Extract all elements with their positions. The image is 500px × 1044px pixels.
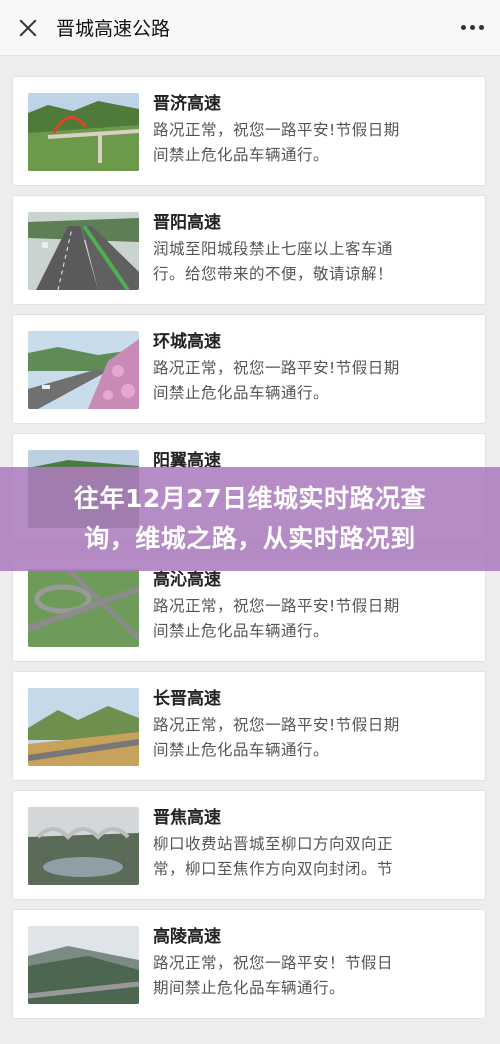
road-status: 路况正常，祝您一路平安！节假日 期间禁止危化品车辆通行。 — [153, 954, 394, 997]
road-name: 晋焦高速 — [153, 808, 221, 828]
list-item[interactable]: 高陵高速 路况正常，祝您一路平安！节假日 期间禁止危化品车辆通行。 — [12, 909, 486, 1019]
road-name: 长晋高速 — [153, 689, 221, 709]
road-status: 路况正常，祝您一路平安!节假日期 间禁止危化品车辆通行。 — [153, 359, 400, 402]
road-status: 路况正常，祝您一路平安!节假日期 间禁止危化品车辆通行。 — [153, 716, 400, 759]
road-name: 晋阳高速 — [153, 213, 221, 233]
road-name: 环城高速 — [153, 332, 221, 352]
road-photo — [28, 212, 139, 290]
top-bar: 晋城高速公路 — [0, 0, 500, 56]
road-name: 晋济高速 — [153, 94, 221, 114]
page-title: 晋城高速公路 — [56, 18, 171, 40]
road-status: 路况正常，祝您一路平安!节假日期 间禁止危化品车辆通行。 — [153, 121, 400, 164]
road-status: 润城至阳城段禁止七座以上客车通 行。给您带来的不便，敬请谅解！ — [153, 240, 394, 283]
road-status: 路况正常，祝您一路平安!节假日期 间禁止危化品车辆通行。 — [153, 597, 400, 640]
road-photo — [28, 93, 139, 171]
title-banner: 往年12月27日维城实时路况查 询，维城之路，从实时路况到 — [0, 467, 500, 571]
list-item[interactable]: 晋焦高速 柳口收费站晋城至柳口方向双向正 常，柳口至焦作方向双向封闭。节 — [12, 790, 486, 900]
close-icon[interactable] — [16, 16, 40, 40]
banner-line-2: 询，维城之路，从实时路况到 — [84, 524, 416, 553]
banner-line-1: 往年12月27日维城实时路况查 — [73, 484, 427, 513]
more-options-icon[interactable] — [461, 19, 484, 36]
list-item[interactable]: 晋阳高速 润城至阳城段禁止七座以上客车通 行。给您带来的不便，敬请谅解！ — [12, 195, 486, 305]
road-photo — [28, 926, 139, 1004]
road-name: 高陵高速 — [153, 927, 221, 947]
road-photo — [28, 688, 139, 766]
road-photo — [28, 569, 139, 647]
list-item[interactable]: 晋济高速 路况正常，祝您一路平安!节假日期 间禁止危化品车辆通行。 — [12, 76, 486, 186]
list-item[interactable]: 环城高速 路况正常，祝您一路平安!节假日期 间禁止危化品车辆通行。 — [12, 314, 486, 424]
road-name: 高沁高速 — [153, 570, 221, 590]
list-item[interactable]: 长晋高速 路况正常，祝您一路平安!节假日期 间禁止危化品车辆通行。 — [12, 671, 486, 781]
road-photo — [28, 331, 139, 409]
road-photo — [28, 807, 139, 885]
road-status: 柳口收费站晋城至柳口方向双向正 常，柳口至焦作方向双向封闭。节 — [153, 835, 394, 878]
